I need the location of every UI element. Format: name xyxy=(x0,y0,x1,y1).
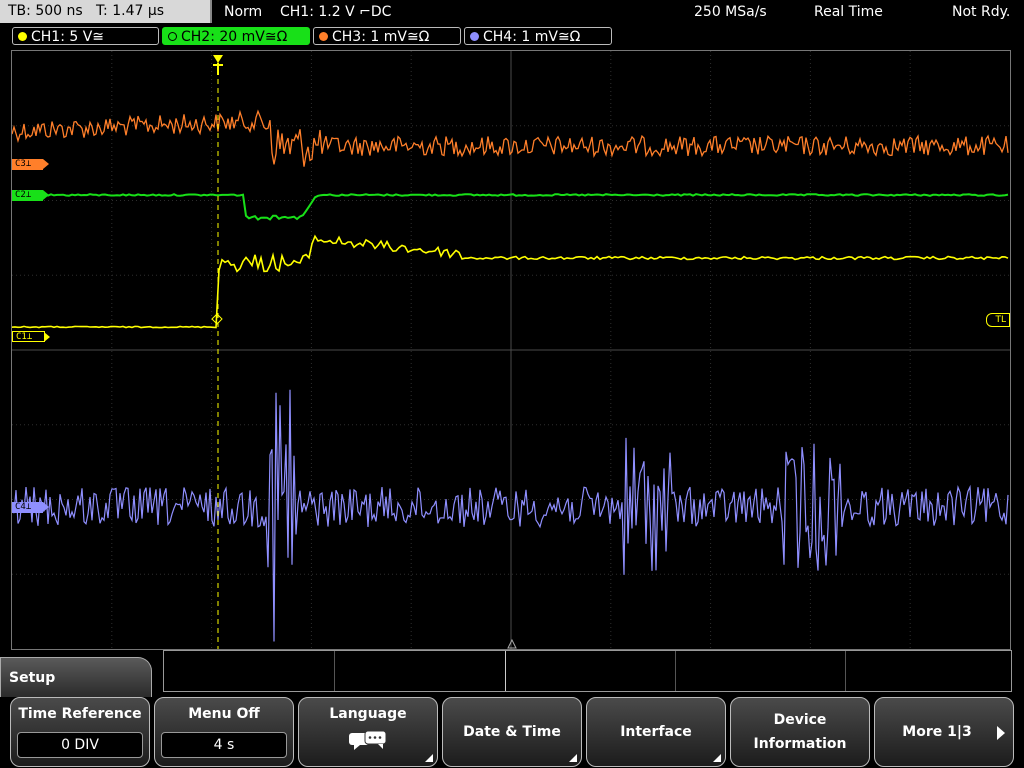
ch2-waveform xyxy=(12,193,1009,221)
channel-tabs: CH1: 5 V≅ CH2: 20 mV≅Ω CH3: 1 mV≅Ω CH4: … xyxy=(0,27,1024,47)
tab-ch3[interactable]: CH3: 1 mV≅Ω xyxy=(313,27,461,45)
trigger-source[interactable]: CH1: 1.2 V ⌐DC xyxy=(280,0,391,24)
interface-label: Interface xyxy=(620,724,692,740)
menu-off-button[interactable]: Menu Off 4 s xyxy=(154,697,294,767)
tab-ch4-label: CH4: 1 mV≅Ω xyxy=(483,29,581,45)
ch2-color-dot xyxy=(168,32,177,41)
acquisition-mode: Real Time xyxy=(814,4,883,20)
ch4-waveform xyxy=(12,389,1009,642)
ch3-waveform xyxy=(12,109,1009,167)
time-position-value: T: 1.47 µs xyxy=(96,3,165,19)
tab-ch2[interactable]: CH2: 20 mV≅Ω xyxy=(162,27,310,45)
speech-bubbles-icon xyxy=(349,730,387,750)
trigger-position-marker[interactable] xyxy=(213,55,223,75)
horizontal-center-marker xyxy=(507,638,517,649)
ch1-ground-label[interactable]: C1⊥ xyxy=(12,331,51,342)
time-reference-label: Time Reference xyxy=(18,706,142,722)
ch1-color-dot xyxy=(18,32,27,41)
more-button[interactable]: More 1|3 xyxy=(874,697,1014,767)
trigger-mode[interactable]: Norm xyxy=(224,0,262,24)
status-bar: TB: 500 ns T: 1.47 µs Norm CH1: 1.2 V ⌐D… xyxy=(0,0,1024,24)
ch2-ground-label[interactable]: C2⊥ xyxy=(12,190,50,201)
tab-ch2-label: CH2: 20 mV≅Ω xyxy=(181,29,288,45)
tab-ch1[interactable]: CH1: 5 V≅ xyxy=(12,27,159,45)
tab-ch3-label: CH3: 1 mV≅Ω xyxy=(332,29,430,45)
menu-title: Setup xyxy=(0,657,152,697)
ch3-color-dot xyxy=(319,32,328,41)
waveform-canvas xyxy=(12,51,1010,649)
language-label: Language xyxy=(329,706,407,722)
chevron-right-icon xyxy=(997,726,1005,740)
trigger-level-marker[interactable]: TL xyxy=(986,313,1010,327)
device-information-button[interactable]: Device Information xyxy=(730,697,870,767)
overview-strip xyxy=(163,650,1012,692)
ch3-ground-label[interactable]: C3⊥ xyxy=(12,159,50,170)
menu-off-value: 4 s xyxy=(161,732,287,758)
sample-rate: 250 MSa/s xyxy=(694,4,767,20)
menu-off-label: Menu Off xyxy=(188,706,260,722)
timebase-box[interactable]: TB: 500 ns T: 1.47 µs xyxy=(0,0,212,23)
language-button[interactable]: Language xyxy=(298,697,438,767)
device-information-label-2: Information xyxy=(753,736,847,752)
time-reference-button[interactable]: Time Reference 0 DIV xyxy=(10,697,150,767)
ch4-ground-label[interactable]: C4⊥ xyxy=(12,502,50,513)
tab-ch1-label: CH1: 5 V≅ xyxy=(31,29,105,45)
date-time-label: Date & Time xyxy=(463,724,561,740)
timebase-value: TB: 500 ns xyxy=(8,3,83,19)
more-label: More 1|3 xyxy=(902,724,972,740)
date-time-button[interactable]: Date & Time xyxy=(442,697,582,767)
interface-button[interactable]: Interface xyxy=(586,697,726,767)
ch1-waveform xyxy=(12,234,1009,329)
ch4-color-dot xyxy=(470,32,479,41)
time-reference-value: 0 DIV xyxy=(17,732,143,758)
trigger-state: Not Rdy. xyxy=(952,4,1011,20)
waveform-display[interactable]: C3⊥ C2⊥ C1⊥ C4⊥ TL xyxy=(11,50,1011,650)
tab-ch4[interactable]: CH4: 1 mV≅Ω xyxy=(464,27,612,45)
device-information-label-1: Device xyxy=(773,712,827,728)
